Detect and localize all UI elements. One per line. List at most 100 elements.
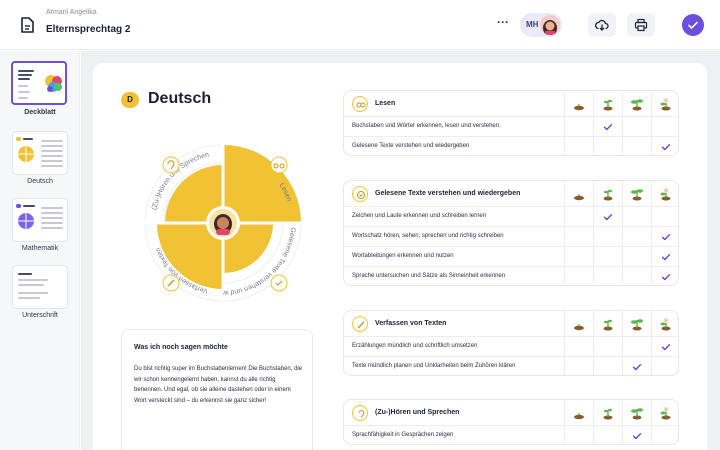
competency-row: Texte mündlich planen und Unklarheiten b…: [344, 357, 678, 375]
student-name: Armani Angelika: [46, 9, 97, 16]
rating-cell[interactable]: [651, 426, 678, 444]
rating-cell[interactable]: [622, 267, 651, 285]
download-button[interactable]: [588, 13, 616, 37]
section-title: Verfassen von Texten: [375, 320, 447, 327]
rating-cell[interactable]: [593, 267, 622, 285]
rating-cell[interactable]: [564, 207, 593, 227]
growth-stage-2-icon: [593, 400, 622, 426]
check-icon: [632, 433, 642, 440]
growth-stage-1-icon: [564, 91, 593, 117]
rating-cell[interactable]: [593, 426, 622, 444]
rating-cell[interactable]: [622, 117, 651, 137]
document-icon: [21, 17, 34, 33]
growth-stage-2-icon: [593, 181, 622, 207]
competency-text: Texte mündlich planen und Unklarheiten b…: [352, 363, 516, 369]
rating-cell[interactable]: [651, 337, 678, 357]
cloud-download-icon: [595, 19, 609, 31]
rating-cell[interactable]: [593, 117, 622, 137]
rating-cell[interactable]: [622, 426, 651, 444]
page-sidebar: Deckblatt Deutsch Mathematik Unterschrif…: [0, 51, 80, 450]
rating-cell[interactable]: [564, 357, 593, 375]
growth-stage-2-icon: [593, 91, 622, 117]
rating-cell[interactable]: [564, 117, 593, 137]
note-card: Was ich noch sagen möchte Du bist richti…: [121, 329, 313, 450]
main-canvas: D Deutsch (Zu-)Hören und Sprechen Lesen …: [81, 51, 720, 450]
rating-cell[interactable]: [651, 207, 678, 227]
more-options-button[interactable]: ···: [494, 15, 512, 33]
print-button[interactable]: [627, 13, 655, 37]
growth-stage-3-icon: [622, 91, 651, 117]
avatar-initials: MH: [526, 20, 539, 29]
rating-cell[interactable]: [593, 337, 622, 357]
rating-cell[interactable]: [564, 137, 593, 155]
thumbnail-label: Deckblatt: [24, 109, 56, 116]
rating-cell[interactable]: [593, 137, 622, 155]
competency-text: Wortschatz hören, sehen, sprechen und ri…: [352, 233, 504, 239]
rating-cell[interactable]: [564, 426, 593, 444]
competency-row: Sprache untersuchen und Sätze als Sinnei…: [344, 267, 678, 285]
competency-row: Wortableitungen erkennen und nutzen: [344, 247, 678, 267]
rating-cell[interactable]: [622, 207, 651, 227]
page-thumbnail-mathematik[interactable]: [12, 198, 68, 242]
check-icon: [661, 274, 671, 281]
growth-stage-3-icon: [622, 311, 651, 337]
page-thumbnail-deutsch[interactable]: [12, 131, 68, 175]
top-bar: Armani Angelika Elternsprechtag 2 ··· MH: [0, 0, 720, 50]
check-circle-icon: [270, 274, 288, 292]
rating-cell[interactable]: [622, 337, 651, 357]
check-icon: [603, 214, 613, 221]
section-header: Gelesene Texte verstehen und wiedergeben: [344, 181, 678, 207]
rating-cell[interactable]: [651, 247, 678, 267]
growth-stage-3-icon: [622, 181, 651, 207]
rating-cell[interactable]: [593, 247, 622, 267]
page-thumbnail-unterschrift[interactable]: [12, 265, 68, 309]
subject-badge: D: [121, 92, 139, 108]
competency-text: Sprache untersuchen und Sätze als Sinnei…: [352, 273, 506, 279]
rating-cell[interactable]: [564, 247, 593, 267]
rating-cell[interactable]: [593, 227, 622, 247]
rating-cell[interactable]: [651, 267, 678, 285]
check-icon: [661, 344, 671, 351]
pencil-icon: [352, 316, 368, 332]
section-header: Lesen: [344, 91, 678, 117]
check-icon: [661, 144, 671, 151]
mini-wheel-icon: [18, 146, 34, 162]
rating-cell[interactable]: [622, 357, 651, 375]
rating-cell[interactable]: [622, 227, 651, 247]
rating-cell[interactable]: [651, 357, 678, 375]
competency-row: Wortschatz hören, sehen, sprechen und ri…: [344, 227, 678, 247]
confirm-button[interactable]: [682, 14, 704, 36]
page-thumbnail-deckblatt[interactable]: [11, 61, 67, 105]
growth-stage-4-icon: [651, 181, 678, 207]
ear-icon: [162, 156, 180, 174]
rating-cell[interactable]: [622, 137, 651, 155]
user-avatar[interactable]: MH: [520, 13, 562, 37]
printer-icon: [634, 18, 648, 32]
growth-stage-3-icon: [622, 400, 651, 426]
growth-stage-1-icon: [564, 181, 593, 207]
glasses-icon: [352, 96, 368, 112]
competency-wheel: (Zu-)Hören und Sprechen Lesen Gelesene T…: [123, 123, 303, 303]
rating-cell[interactable]: [651, 137, 678, 155]
note-text: Du bist richtig super im Buchstabenlerne…: [134, 366, 303, 404]
rating-cell[interactable]: [651, 117, 678, 137]
rating-cell[interactable]: [593, 357, 622, 375]
competency-row: Zeichen und Laute erkennen und schreiben…: [344, 207, 678, 227]
report-page: D Deutsch (Zu-)Hören und Sprechen Lesen …: [93, 63, 707, 450]
growth-stage-1-icon: [564, 400, 593, 426]
document-title: Elternsprechtag 2: [46, 24, 131, 35]
growth-stage-2-icon: [593, 311, 622, 337]
section-header: (Zu-)Hören und Sprechen: [344, 400, 678, 426]
rating-cell[interactable]: [593, 207, 622, 227]
competency-text: Erzählungen mündlich und schriftlich ums…: [352, 343, 478, 349]
rating-cell[interactable]: [622, 247, 651, 267]
competency-text: Buchstaben und Wörter erkennen, lesen un…: [352, 123, 501, 129]
thumbnail-label: Deutsch: [27, 178, 53, 185]
rating-cell[interactable]: [564, 337, 593, 357]
rating-cell[interactable]: [651, 227, 678, 247]
growth-stage-4-icon: [651, 400, 678, 426]
competency-text: Gelesene Texte verstehen und wiedergeben: [352, 143, 470, 149]
rating-cell[interactable]: [564, 227, 593, 247]
rating-cell[interactable]: [564, 267, 593, 285]
competency-section: Lesen Buchstaben und Wörter erkennen, les…: [343, 90, 679, 156]
